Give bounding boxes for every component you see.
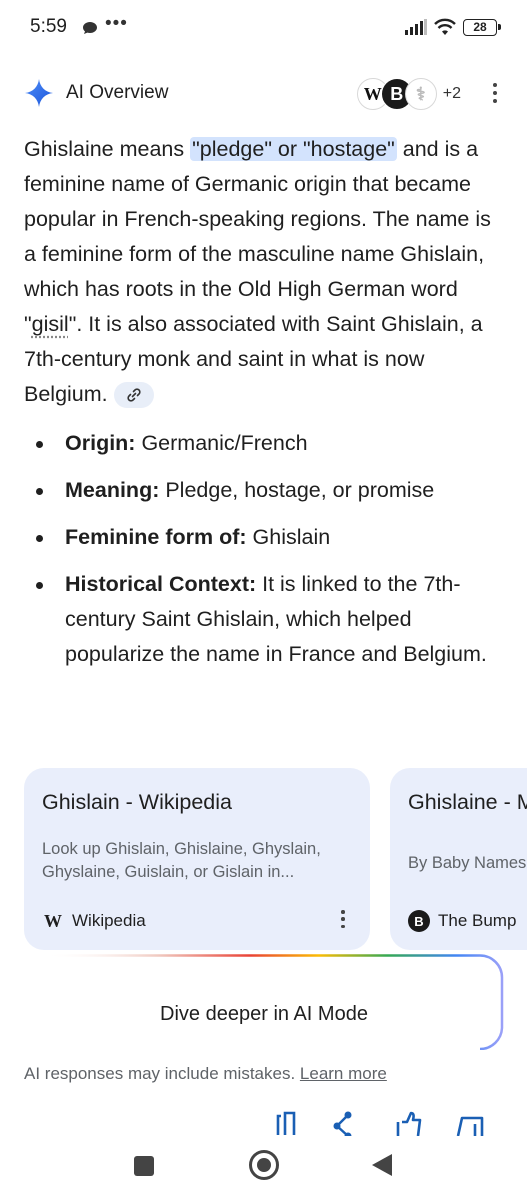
status-time: 5:59 <box>30 16 67 37</box>
source-badges[interactable]: W B ⚕ +2 <box>356 78 461 110</box>
bullet-label: Feminine form of: <box>65 525 247 549</box>
notification-dots: ••• <box>105 13 128 34</box>
home-button[interactable] <box>249 1150 279 1180</box>
card-title[interactable]: Ghislaine - Meaning, O <box>408 788 527 817</box>
dive-deeper-container: Dive deeper in AI Mode <box>24 954 504 1050</box>
chat-bubble-icon <box>83 22 97 34</box>
link-icon <box>127 388 141 402</box>
overview-paragraph: Ghislaine means "pledge" or "hostage" an… <box>24 132 508 412</box>
card-snippet: By Baby Names Writer. Fact Ch <box>408 854 527 872</box>
battery-icon: 28 <box>463 18 501 36</box>
recents-button[interactable] <box>134 1156 154 1176</box>
bullet-text: Germanic/French <box>135 431 308 455</box>
para-text-1: Ghislaine means <box>24 137 191 161</box>
card-snippet: Look up Ghislain, Ghislaine, Ghyslain, G… <box>42 840 321 881</box>
ai-overview-header: AI Overview W B ⚕ +2 <box>24 74 503 114</box>
ai-overview-title: AI Overview <box>66 82 169 103</box>
disclaimer-text: AI responses may include mistakes. <box>24 1064 300 1083</box>
sparkle-icon <box>25 79 53 107</box>
bullet-text: Pledge, hostage, or promise <box>159 478 435 502</box>
wikipedia-icon: W <box>44 910 62 931</box>
bullet-text: Ghislain <box>246 525 331 549</box>
bullet-feminine-form: Feminine form of: Ghislain <box>24 520 508 555</box>
para-text-3: ". It is also associated with Saint Ghis… <box>24 312 483 406</box>
more-sources-count[interactable]: +2 <box>443 85 461 103</box>
card-source-name: The Bump <box>438 911 517 930</box>
bullet-historical-context: Historical Context: It is linked to the … <box>24 567 508 672</box>
para-text-2: and is a feminine name of Germanic origi… <box>24 137 491 336</box>
bullet-label: Historical Context: <box>65 572 257 596</box>
disclaimer: AI responses may include mistakes. Learn… <box>24 1064 387 1084</box>
card-title[interactable]: Ghislain - Wikipedia <box>42 788 342 817</box>
card-source-name: Wikipedia <box>72 911 146 930</box>
medical-source-icon[interactable]: ⚕ <box>404 78 437 110</box>
copy-icon[interactable] <box>272 1110 300 1136</box>
wifi-icon <box>434 18 456 35</box>
link-chip-button[interactable] <box>113 382 154 409</box>
thumbs-up-icon[interactable] <box>395 1110 423 1136</box>
system-nav-bar <box>0 1140 527 1200</box>
card-source: W Wikipedia <box>42 910 146 932</box>
back-button[interactable] <box>372 1154 392 1176</box>
response-actions <box>0 1108 527 1138</box>
signal-icon <box>405 19 427 35</box>
share-icon[interactable] <box>330 1110 358 1136</box>
card-source: B The Bump <box>408 910 516 932</box>
bullet-label: Meaning: <box>65 478 160 502</box>
the-bump-icon: B <box>408 910 430 932</box>
bullet-origin: Origin: Germanic/French <box>24 426 508 461</box>
source-card-wikipedia[interactable]: Ghislain - Wikipedia Look up Ghislain, G… <box>24 768 370 950</box>
highlighted-meaning[interactable]: "pledge" or "hostage" <box>190 137 397 161</box>
overview-bullet-list: Origin: Germanic/French Meaning: Pledge,… <box>24 426 508 684</box>
status-icons: 28 <box>405 18 501 36</box>
gradient-border <box>44 954 504 1050</box>
more-options-icon[interactable] <box>487 80 503 106</box>
dotted-term-gisil[interactable]: gisil <box>32 312 69 336</box>
source-card-the-bump[interactable]: Ghislaine - Meaning, O By Baby Names Wri… <box>390 768 527 950</box>
bullet-label: Origin: <box>65 431 136 455</box>
learn-more-link[interactable]: Learn more <box>300 1064 387 1083</box>
status-bar: 5:59 ••• 28 <box>0 0 527 60</box>
bullet-meaning: Meaning: Pledge, hostage, or promise <box>24 473 508 508</box>
card-more-icon[interactable] <box>340 910 346 928</box>
source-cards-carousel[interactable]: Ghislain - Wikipedia Look up Ghislain, G… <box>24 768 527 950</box>
feedback-icon[interactable] <box>456 1110 484 1136</box>
